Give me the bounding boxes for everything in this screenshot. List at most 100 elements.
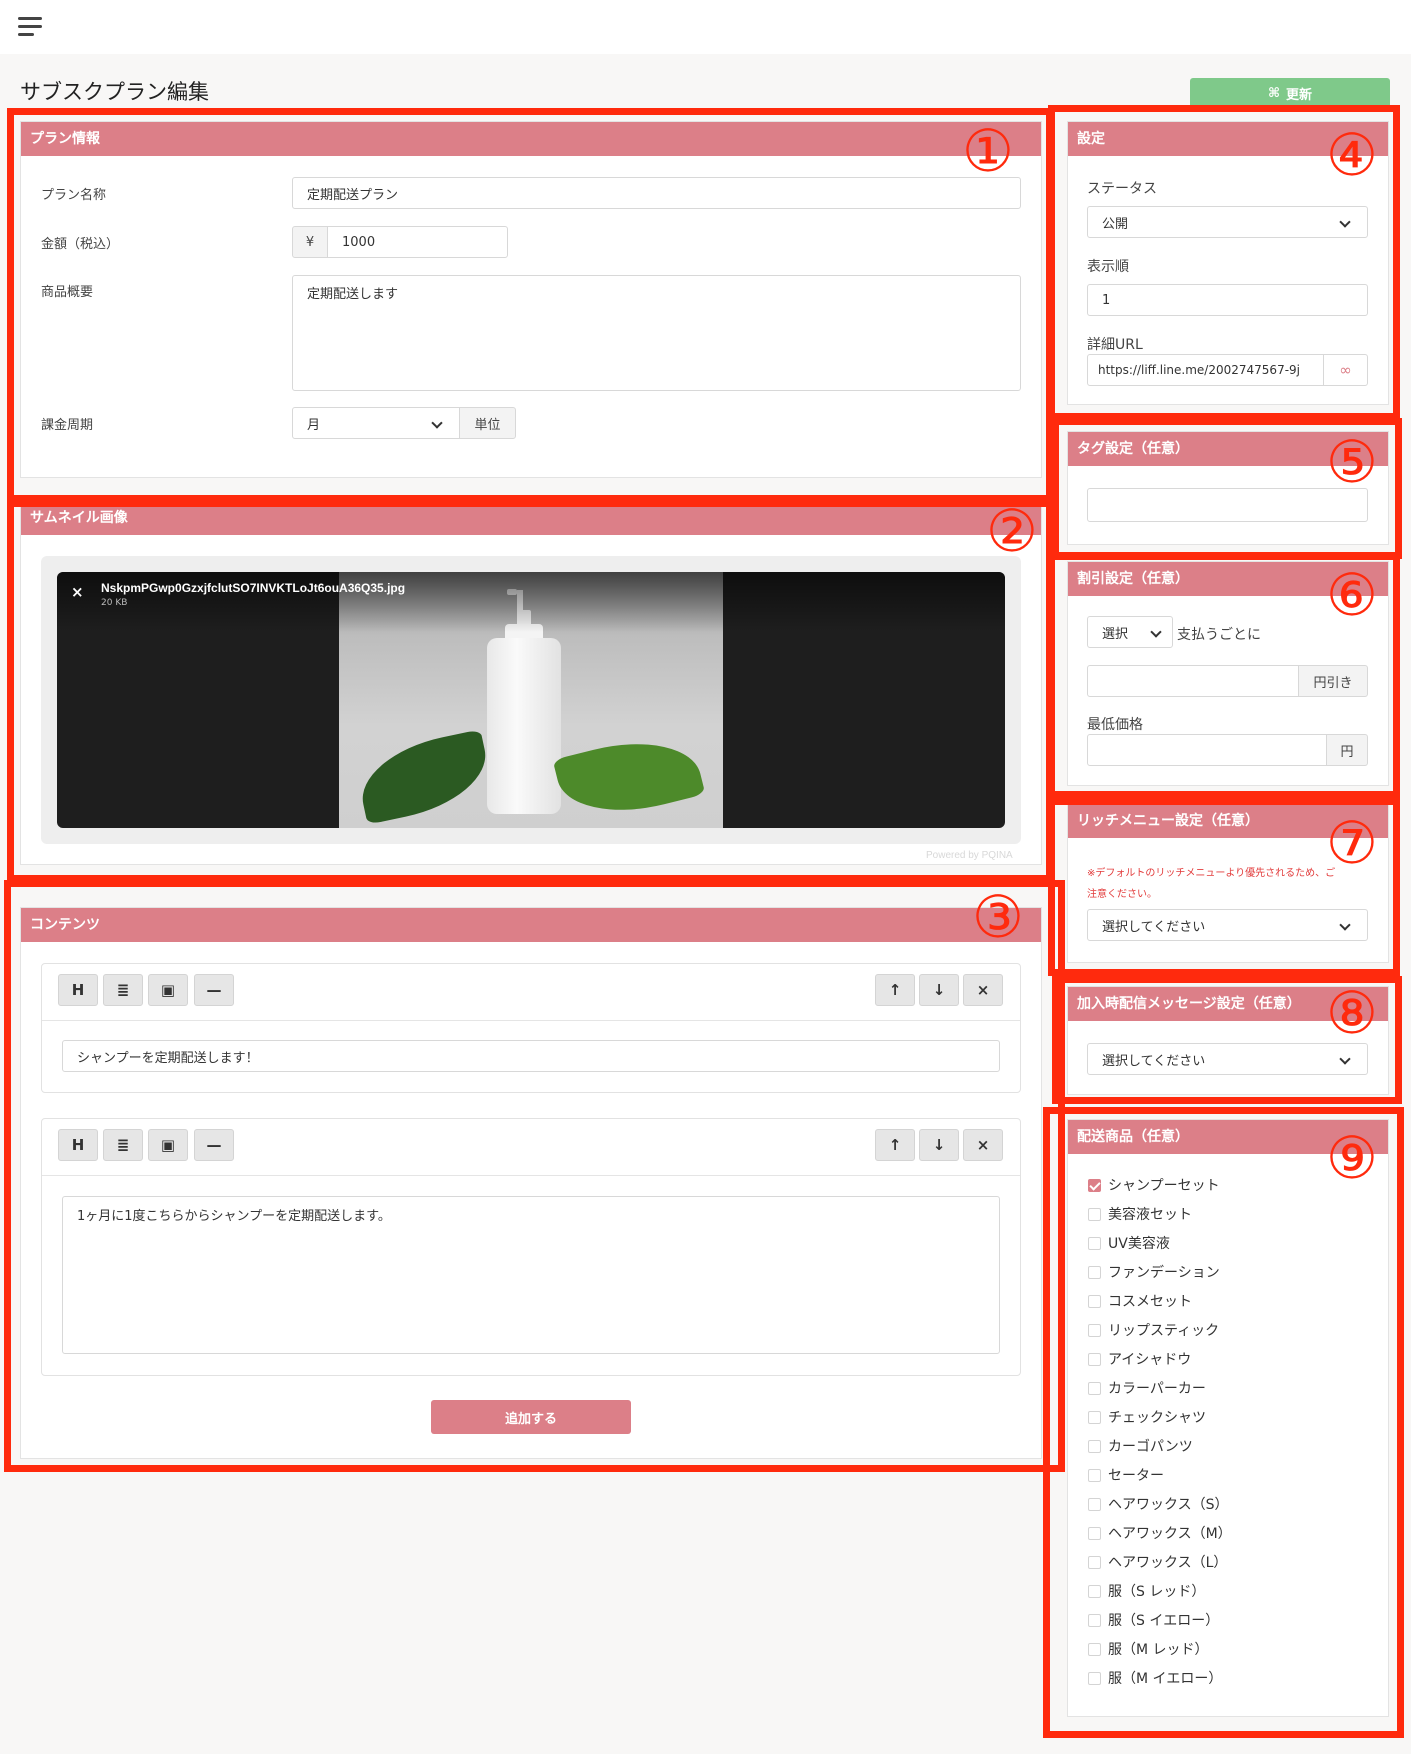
summary-label: 商品概要 bbox=[41, 285, 94, 300]
shipping-item-checkbox[interactable] bbox=[1088, 1642, 1101, 1656]
yen-off-addon: 円引き bbox=[1298, 665, 1368, 697]
move-up-button[interactable]: ↑ bbox=[875, 974, 915, 1006]
order-input[interactable]: 1 bbox=[1087, 284, 1368, 316]
shipping-item[interactable]: ファンデーション bbox=[1088, 1263, 1220, 1281]
shipping-item-checkbox[interactable] bbox=[1088, 1178, 1101, 1192]
discount-type-select[interactable]: 選択 bbox=[1087, 616, 1173, 648]
add-block-button[interactable]: 追加する bbox=[431, 1400, 631, 1434]
divider-tool-button[interactable]: — bbox=[194, 974, 234, 1006]
shipping-item[interactable]: コスメセット bbox=[1088, 1292, 1192, 1310]
remove-file-icon[interactable]: × bbox=[71, 583, 84, 601]
plan-info-header: プラン情報 bbox=[21, 122, 1041, 156]
shipping-item-label: 美容液セット bbox=[1108, 1207, 1192, 1223]
shipping-item[interactable]: ヘアワックス（M） bbox=[1088, 1524, 1232, 1542]
shipping-item-label: ヘアワックス（M） bbox=[1108, 1526, 1232, 1542]
shipping-item-label: 服（S レッド） bbox=[1108, 1584, 1206, 1600]
powered-by: Powered by PQINA bbox=[926, 850, 1013, 861]
price-input[interactable]: 1000 bbox=[327, 226, 508, 258]
shipping-item[interactable]: カーゴパンツ bbox=[1088, 1437, 1193, 1455]
shipping-item-checkbox[interactable] bbox=[1088, 1236, 1101, 1250]
move-down-button[interactable]: ↓ bbox=[919, 1129, 959, 1161]
shipping-item-checkbox[interactable] bbox=[1088, 1381, 1101, 1395]
shipping-item-checkbox[interactable] bbox=[1088, 1207, 1101, 1221]
image-tool-button[interactable]: ▣ bbox=[148, 1129, 188, 1161]
shipping-item[interactable]: 服（S イエロー） bbox=[1088, 1611, 1219, 1629]
menu-icon[interactable] bbox=[18, 17, 42, 37]
richmenu-select-value: 選択してください bbox=[1102, 919, 1206, 935]
shipping-item[interactable]: ヘアワックス（L） bbox=[1088, 1553, 1227, 1571]
shipping-item[interactable]: 美容液セット bbox=[1088, 1205, 1192, 1223]
move-up-button[interactable]: ↑ bbox=[875, 1129, 915, 1161]
paragraph-tool-button[interactable]: ≣ bbox=[103, 974, 143, 1006]
yen-addon: 円 bbox=[1326, 734, 1368, 766]
shipping-item[interactable]: シャンプーセット bbox=[1088, 1176, 1220, 1194]
url-input[interactable]: https://liff.line.me/2002747567-9j bbox=[1087, 354, 1324, 386]
richmenu-select[interactable]: 選択してください bbox=[1087, 909, 1368, 941]
min-price-input[interactable] bbox=[1087, 734, 1327, 766]
shipping-item-checkbox[interactable] bbox=[1088, 1497, 1101, 1511]
shipping-item[interactable]: 服（S レッド） bbox=[1088, 1582, 1205, 1600]
shipping-item-checkbox[interactable] bbox=[1088, 1352, 1101, 1366]
shipping-item-checkbox[interactable] bbox=[1088, 1613, 1101, 1627]
chevron-down-icon bbox=[1339, 1053, 1351, 1065]
shipping-item-label: ヘアワックス（S） bbox=[1108, 1497, 1229, 1513]
update-button[interactable]: ⌘ 更新 bbox=[1190, 78, 1390, 108]
shipping-item-checkbox[interactable] bbox=[1088, 1671, 1101, 1685]
order-label: 表示順 bbox=[1087, 259, 1129, 275]
join-message-select[interactable]: 選択してください bbox=[1087, 1043, 1368, 1075]
content-textarea[interactable]: 1ヶ月に1度こちらからシャンプーを定期配送します。 bbox=[62, 1196, 1000, 1354]
shipping-item[interactable]: カラーパーカー bbox=[1088, 1379, 1206, 1397]
content-block bbox=[41, 963, 1021, 1093]
shipping-item[interactable]: セーター bbox=[1088, 1466, 1164, 1484]
shipping-item-checkbox[interactable] bbox=[1088, 1468, 1101, 1482]
link-icon[interactable]: ∞ bbox=[1323, 354, 1368, 386]
save-icon: ⌘ bbox=[1267, 85, 1281, 101]
top-bar bbox=[0, 0, 1411, 54]
shipping-item-checkbox[interactable] bbox=[1088, 1526, 1101, 1540]
shipping-item-checkbox[interactable] bbox=[1088, 1439, 1101, 1453]
delete-block-button[interactable]: × bbox=[963, 974, 1003, 1006]
shipping-item-checkbox[interactable] bbox=[1088, 1265, 1101, 1279]
heading-tool-button[interactable]: H bbox=[58, 974, 98, 1006]
shipping-item-checkbox[interactable] bbox=[1088, 1410, 1101, 1424]
shipping-item[interactable]: チェックシャツ bbox=[1088, 1408, 1206, 1426]
contents-header: コンテンツ bbox=[21, 908, 1041, 942]
shipping-item-label: アイシャドウ bbox=[1108, 1352, 1192, 1368]
shipping-item-label: カーゴパンツ bbox=[1108, 1439, 1193, 1455]
shipping-item-checkbox[interactable] bbox=[1088, 1555, 1101, 1569]
page-title: サブスクプラン編集 bbox=[20, 80, 209, 104]
discount-amount-input[interactable] bbox=[1087, 665, 1299, 697]
divider-tool-button[interactable]: — bbox=[194, 1129, 234, 1161]
heading-tool-button[interactable]: H bbox=[58, 1129, 98, 1161]
shipping-item-checkbox[interactable] bbox=[1088, 1323, 1101, 1337]
shipping-item[interactable]: リップスティック bbox=[1088, 1321, 1219, 1339]
content-text-input[interactable]: シャンプーを定期配送します！ bbox=[62, 1040, 1000, 1072]
paragraph-tool-button[interactable]: ≣ bbox=[103, 1129, 143, 1161]
currency-addon: ¥ bbox=[292, 226, 328, 258]
delete-block-button[interactable]: × bbox=[963, 1129, 1003, 1161]
shipping-item[interactable]: UV美容液 bbox=[1088, 1234, 1170, 1252]
shipping-item[interactable]: ヘアワックス（S） bbox=[1088, 1495, 1228, 1513]
plan-name-input[interactable]: 定期配送プラン bbox=[292, 177, 1021, 209]
shipping-item-label: コスメセット bbox=[1108, 1294, 1192, 1310]
thumbnail-filesize: 20 KB bbox=[101, 598, 128, 608]
tags-input[interactable] bbox=[1087, 488, 1368, 522]
richmenu-note-line1: ※デフォルトのリッチメニューより優先されるため、ご bbox=[1087, 868, 1336, 879]
shipping-item[interactable]: 服（M レッド） bbox=[1088, 1640, 1209, 1658]
status-select[interactable]: 公開 bbox=[1087, 206, 1368, 238]
shipping-item-checkbox[interactable] bbox=[1088, 1294, 1101, 1308]
cycle-select-value: 月 bbox=[307, 417, 321, 433]
shipping-item-label: ファンデーション bbox=[1108, 1265, 1220, 1281]
move-down-button[interactable]: ↓ bbox=[919, 974, 959, 1006]
shipping-item-label: 服（S イエロー） bbox=[1108, 1613, 1220, 1629]
summary-textarea[interactable]: 定期配送します bbox=[292, 275, 1021, 391]
shipping-item[interactable]: 服（M イエロー） bbox=[1088, 1669, 1222, 1687]
cycle-select[interactable]: 月 bbox=[292, 407, 460, 439]
shipping-header: 配送商品（任意） bbox=[1068, 1120, 1388, 1154]
min-price-label: 最低価格 bbox=[1087, 717, 1143, 733]
shipping-item-checkbox[interactable] bbox=[1088, 1584, 1101, 1598]
shipping-item[interactable]: アイシャドウ bbox=[1088, 1350, 1191, 1368]
thumbnail-header: サムネイル画像 bbox=[21, 501, 1041, 535]
richmenu-note: ※デフォルトのリッチメニューより優先されるため、ご 注意ください。 bbox=[1087, 863, 1335, 905]
image-tool-button[interactable]: ▣ bbox=[148, 974, 188, 1006]
